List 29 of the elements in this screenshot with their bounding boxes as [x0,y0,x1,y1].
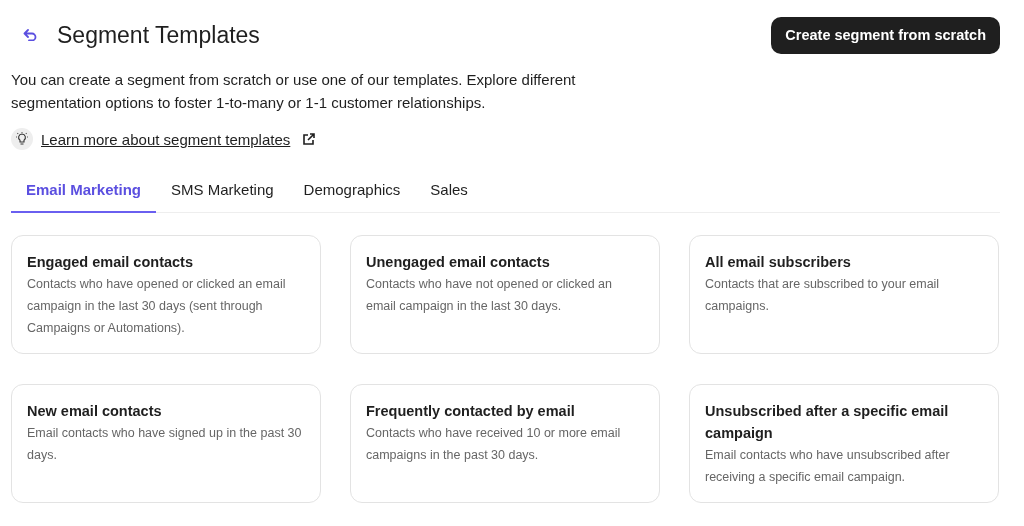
external-link-icon [302,132,316,146]
card-description: Contacts who have received 10 or more email campaigns in the past 30 days. [366,425,622,464]
template-card[interactable]: New email contacts Email contacts who have signed up in the past 30 days. [11,384,321,503]
card-description: Contacts who have opened or clicked an email campaign in the last 30 days (sent through Campaigns or Automations). [27,276,287,337]
tab[interactable]: Email Marketing [11,167,157,213]
tab[interactable]: SMS Marketing [156,167,289,213]
back-icon[interactable] [23,29,37,41]
lightbulb-icon [11,128,33,150]
help-link[interactable]: Learn more about segment templates [41,130,291,148]
card-title: New email contacts [27,402,163,421]
card-title: Unengaged email contacts [366,253,551,272]
card-title: All email subscribers [705,253,852,272]
page-description: You can create a segment from scratch or use one of our templates. Explore different segmentation options to foster 1-to-many or 1-1 customer relationships. [11,70,577,113]
card-description: Contacts that are subscribed to your email campaigns. [705,276,941,315]
create-segment-button[interactable]: Create segment from scratch [771,16,1000,54]
page-title: Segment Templates [57,21,260,49]
card-title: Frequently contacted by email [366,402,576,421]
card-description: Email contacts who have signed up in the past 30 days. [27,425,303,464]
card-title: Unsubscribed after a specific email campaign [705,402,950,443]
card-description: Email contacts who have unsubscribed after receiving a specific email campaign. [705,447,951,486]
template-card[interactable]: Frequently contacted by email Contacts who have received 10 or more email campaigns in the past 30 days. [350,384,660,503]
tab[interactable]: Sales [415,167,483,213]
tab[interactable]: Demographics [288,167,416,213]
template-card[interactable]: Unengaged email contacts Contacts who have not opened or clicked an email campaign in the last 30 days. [350,235,660,354]
template-card[interactable]: All email subscribers Contacts that are subscribed to your email campaigns. [689,235,999,354]
card-title: Engaged email contacts [27,253,194,272]
card-description: Contacts who have not opened or clicked an email campaign in the last 30 days. [366,276,613,315]
template-card[interactable]: Engaged email contacts Contacts who have opened or clicked an email campaign in the last 30 days (sent through Campaigns or Automations). [11,235,321,354]
template-card[interactable]: Unsubscribed after a specific email campaign Email contacts who have unsubscribed after receiving a specific email campaign. [689,384,999,503]
